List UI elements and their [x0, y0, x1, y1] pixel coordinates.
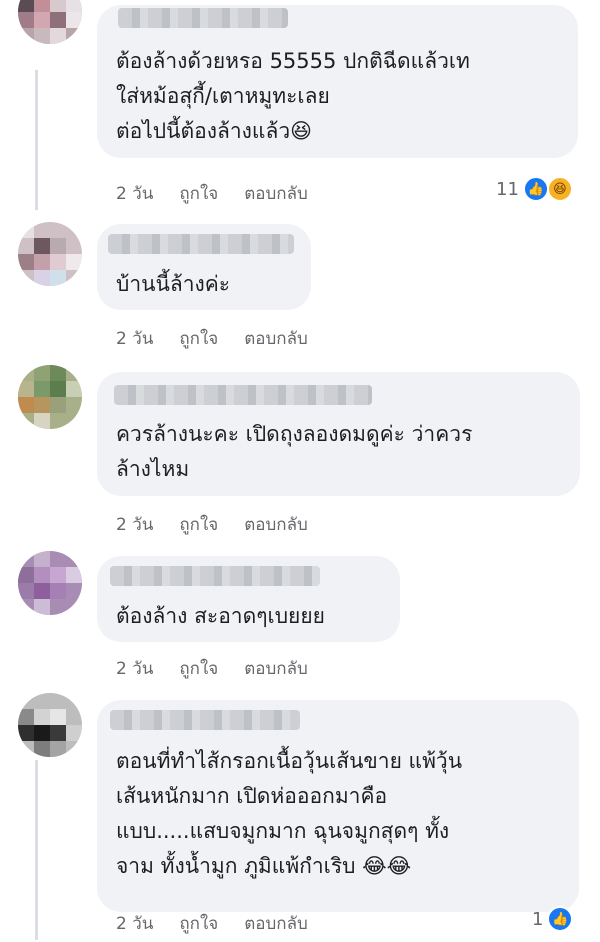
timestamp[interactable]: 2 วัน — [116, 511, 153, 538]
avatar[interactable] — [18, 693, 82, 757]
like-button[interactable]: ถูกใจ — [179, 180, 218, 207]
like-icon: 👍 — [522, 176, 549, 202]
like-button[interactable]: ถูกใจ — [179, 655, 218, 682]
reply-button[interactable]: ตอบกลับ — [244, 910, 308, 937]
commenter-name[interactable] — [110, 710, 300, 730]
timestamp[interactable]: 2 วัน — [116, 655, 153, 682]
comment-text: บ้านนี้ล้างค่ะ — [116, 272, 231, 296]
reply-button[interactable]: ตอบกลับ — [244, 325, 308, 352]
avatar[interactable] — [18, 222, 82, 286]
avatar[interactable] — [18, 365, 82, 429]
comment-actions: 2 วัน ถูกใจ ตอบกลับ — [116, 325, 308, 352]
like-button[interactable]: ถูกใจ — [179, 511, 218, 538]
commenter-name[interactable] — [118, 8, 288, 28]
avatar[interactable] — [18, 0, 82, 44]
comment-text: ตอนที่ทำไส้กรอกเนื้อวุ้นเส้นขาย แพ้วุ้น … — [116, 749, 463, 878]
comment-actions: 2 วัน ถูกใจ ตอบกลับ — [116, 910, 308, 937]
comment-actions: 2 วัน ถูกใจ ตอบกลับ — [116, 180, 308, 207]
comment-actions: 2 วัน ถูกใจ ตอบกลับ — [116, 655, 308, 682]
thread-line — [35, 70, 38, 210]
reactions[interactable]: 11 👍 😆 — [496, 176, 573, 202]
reactions[interactable]: 1 👍 — [532, 906, 574, 932]
like-button[interactable]: ถูกใจ — [179, 910, 218, 937]
timestamp[interactable]: 2 วัน — [116, 325, 153, 352]
reply-button[interactable]: ตอบกลับ — [244, 655, 308, 682]
like-button[interactable]: ถูกใจ — [179, 325, 218, 352]
comment-actions: 2 วัน ถูกใจ ตอบกลับ — [116, 511, 308, 538]
timestamp[interactable]: 2 วัน — [116, 910, 153, 937]
comment-text: ต้องล้าง สะอาดๆเบยยย — [116, 604, 325, 628]
like-icon: 👍 — [547, 906, 574, 932]
commenter-name[interactable] — [114, 385, 372, 405]
commenter-name[interactable] — [110, 566, 320, 586]
commenter-name[interactable] — [108, 234, 294, 254]
reply-button[interactable]: ตอบกลับ — [244, 511, 308, 538]
timestamp[interactable]: 2 วัน — [116, 180, 153, 207]
comment-text: ควรล้างนะคะ เปิดถุงลองดมดูค่ะ ว่าควร ล้า… — [116, 422, 473, 481]
haha-icon: 😆 — [546, 176, 573, 202]
thread-line — [35, 760, 38, 940]
avatar[interactable] — [18, 551, 82, 615]
reaction-count: 11 — [496, 178, 519, 200]
reply-button[interactable]: ตอบกลับ — [244, 180, 308, 207]
comment-text: ต้องล้างด้วยหรอ 55555 ปกติฉีดแล้วเท ใส่ห… — [116, 49, 470, 143]
reaction-count: 1 — [532, 908, 544, 930]
